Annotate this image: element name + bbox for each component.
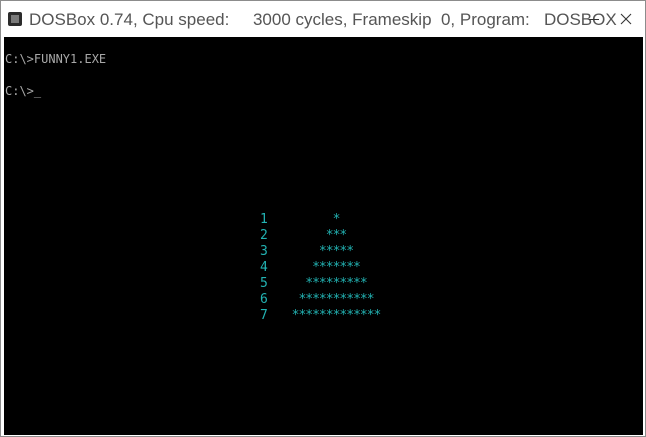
dos-screen[interactable]: C:\>FUNNY1.EXE C:\>_ 1 * 2 *** 3 ***** 4… bbox=[4, 37, 643, 435]
row-number: 2 bbox=[260, 228, 268, 243]
dosbox-window: DOSBox 0.74, Cpu speed: 3000 cycles, Fra… bbox=[0, 0, 646, 437]
dosbox-app-icon[interactable] bbox=[8, 12, 22, 26]
row-stars: ***** bbox=[318, 244, 354, 259]
pyramid-row: 7 ************* bbox=[260, 308, 381, 324]
prompt-text: C:\> bbox=[5, 84, 34, 98]
row-number: 6 bbox=[260, 292, 268, 307]
row-stars: ********* bbox=[305, 276, 367, 291]
row-number: 7 bbox=[260, 308, 268, 323]
row-number: 3 bbox=[260, 244, 268, 259]
pyramid-row: 2 *** bbox=[260, 228, 347, 244]
row-stars: ************* bbox=[291, 308, 382, 323]
row-number: 1 bbox=[260, 212, 268, 227]
close-button[interactable] bbox=[611, 4, 641, 34]
minimize-icon bbox=[589, 19, 599, 20]
row-number: 5 bbox=[260, 276, 268, 291]
window-title: DOSBox 0.74, Cpu speed: 3000 cycles, Fra… bbox=[29, 10, 617, 29]
pyramid-row: 3 ***** bbox=[260, 244, 354, 260]
pyramid-row: 1 * bbox=[260, 212, 340, 228]
close-icon bbox=[620, 13, 632, 25]
row-stars: *** bbox=[325, 228, 348, 243]
pyramid-row: 6 *********** bbox=[260, 292, 375, 308]
title-bar[interactable]: DOSBox 0.74, Cpu speed: 3000 cycles, Fra… bbox=[1, 1, 645, 37]
pyramid-row: 5 ********* bbox=[260, 276, 368, 292]
star-pyramid: 1 * 2 *** 3 ***** 4 ******* 5 ********* … bbox=[260, 212, 381, 324]
row-stars: *********** bbox=[298, 292, 374, 307]
minimize-button[interactable] bbox=[579, 4, 609, 34]
pyramid-row: 4 ******* bbox=[260, 260, 361, 276]
console-line-command: C:\>FUNNY1.EXE bbox=[5, 52, 107, 66]
row-number: 4 bbox=[260, 260, 268, 275]
console-line-prompt: C:\>_ bbox=[5, 84, 41, 98]
row-stars: * bbox=[332, 212, 341, 227]
text-cursor: _ bbox=[33, 84, 42, 98]
row-stars: ******* bbox=[312, 260, 361, 275]
